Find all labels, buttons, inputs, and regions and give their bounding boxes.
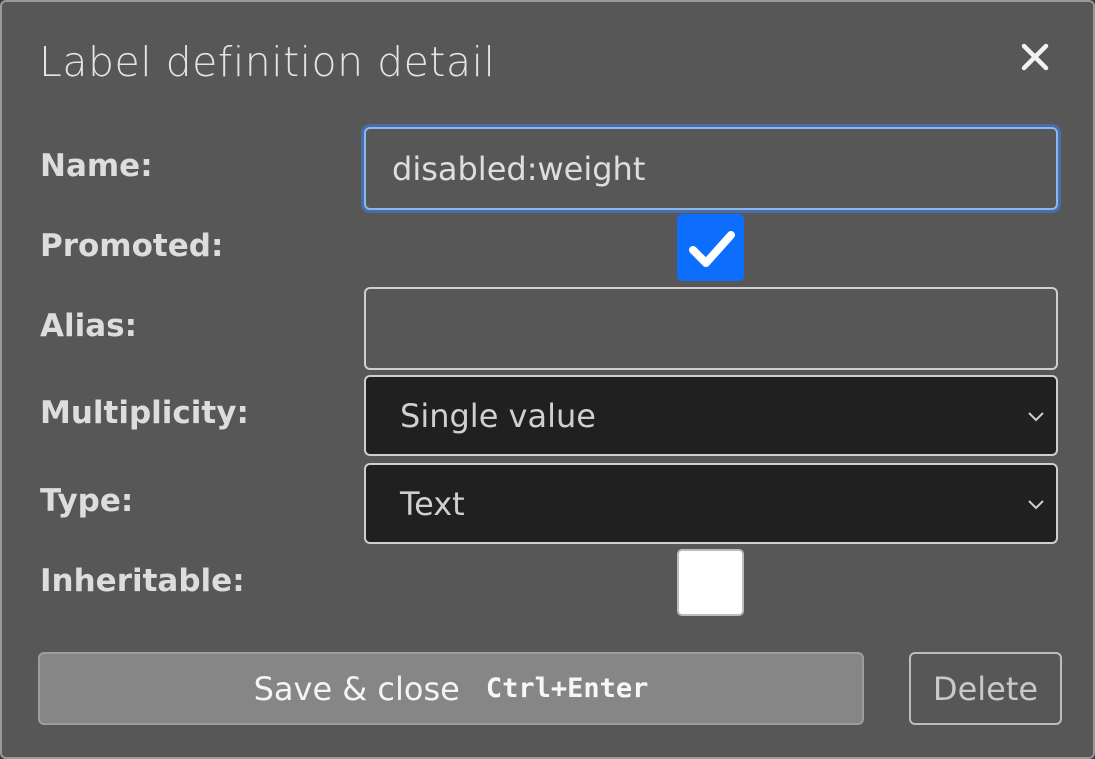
type-select[interactable]: Text — [364, 463, 1058, 544]
multiplicity-label: Multiplicity: — [40, 395, 249, 431]
alias-label: Alias: — [40, 308, 138, 344]
dialog-title: Label definition detail — [39, 38, 496, 86]
type-label: Type: — [40, 483, 134, 519]
save-close-label: Save & close — [253, 669, 460, 708]
alias-input[interactable] — [364, 287, 1058, 370]
chevron-down-icon — [1028, 499, 1044, 509]
delete-button[interactable]: Delete — [909, 652, 1062, 725]
chevron-down-icon — [1028, 411, 1044, 421]
inheritable-checkbox[interactable] — [677, 549, 744, 616]
multiplicity-selected-value: Single value — [400, 396, 596, 435]
save-shortcut-hint: Ctrl+Enter — [485, 673, 649, 704]
name-input[interactable] — [364, 127, 1058, 210]
promoted-label: Promoted: — [40, 228, 224, 264]
inheritable-label: Inheritable: — [40, 563, 245, 599]
promoted-checkbox[interactable] — [677, 214, 744, 281]
close-button[interactable] — [1012, 32, 1060, 80]
type-selected-value: Text — [400, 484, 465, 523]
label-definition-dialog: Label definition detail Name: Promoted: … — [0, 0, 1095, 759]
multiplicity-select[interactable]: Single value — [364, 375, 1058, 456]
close-icon — [1021, 43, 1049, 71]
checkmark-icon — [689, 231, 735, 267]
save-close-button[interactable]: Save & close Ctrl+Enter — [38, 652, 864, 725]
name-label: Name: — [40, 148, 153, 184]
